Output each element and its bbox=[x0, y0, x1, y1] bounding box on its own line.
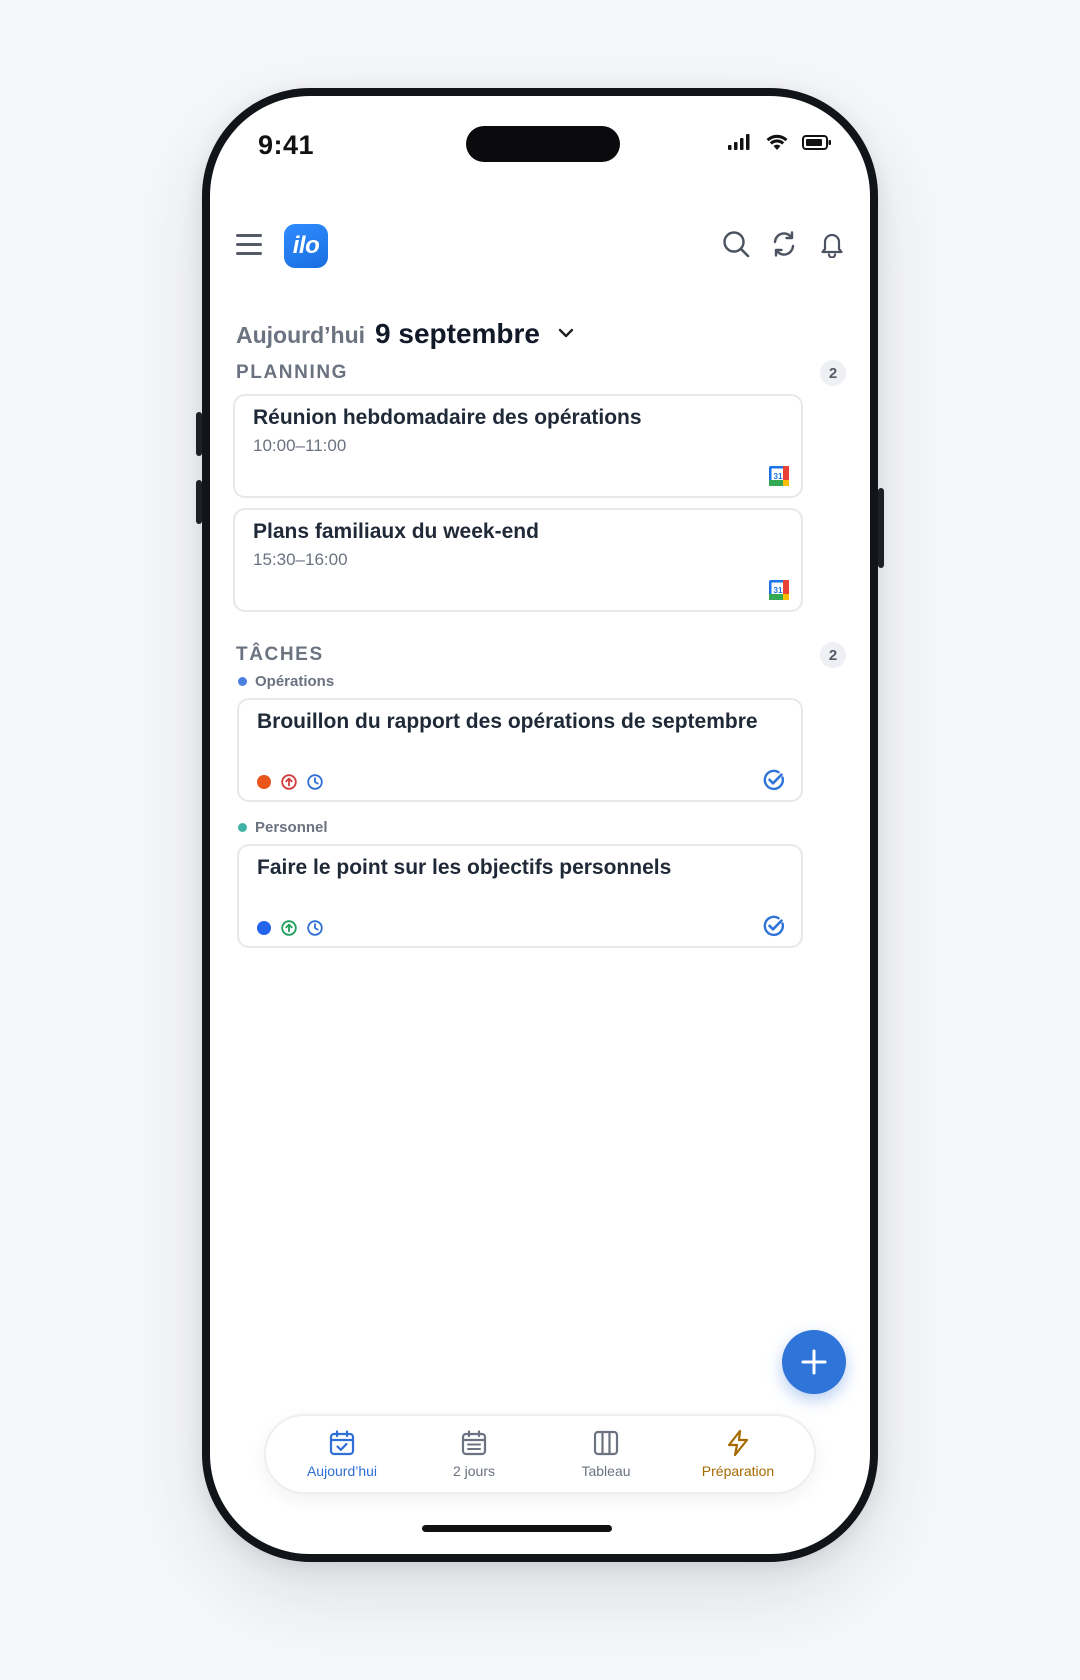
event-title: Plans familiaux du week-end bbox=[253, 520, 539, 543]
event-title: Réunion hebdomadaire des opérations bbox=[253, 406, 642, 429]
svg-text:31: 31 bbox=[774, 472, 783, 481]
group-color-dot bbox=[238, 823, 247, 832]
bell-icon bbox=[821, 233, 843, 258]
tasks-section-header: TÂCHES 2 bbox=[236, 642, 846, 668]
tab-two-days[interactable]: 2 jours bbox=[419, 1429, 529, 1479]
app-logo: ilo bbox=[284, 224, 328, 268]
google-calendar-icon: 31 bbox=[769, 580, 789, 600]
event-card[interactable]: Réunion hebdomadaire des opérations 10:0… bbox=[233, 394, 803, 498]
task-title: Faire le point sur les objectifs personn… bbox=[257, 856, 672, 879]
calendar-check-icon bbox=[329, 1430, 355, 1456]
tasks-title: TÂCHES bbox=[236, 644, 324, 665]
clock-icon bbox=[307, 774, 323, 790]
clock-icon bbox=[307, 920, 323, 936]
tab-today[interactable]: Aujourd’hui bbox=[287, 1429, 397, 1479]
menu-icon[interactable] bbox=[236, 234, 262, 256]
tab-label: Préparation bbox=[701, 1463, 775, 1479]
event-card[interactable]: Plans familiaux du week-end 15:30–16:00 … bbox=[233, 508, 803, 612]
group-name: Opérations bbox=[255, 673, 335, 690]
date-selector[interactable]: Aujourd’hui 9 septembre bbox=[236, 318, 574, 350]
dynamic-island bbox=[466, 126, 620, 162]
arrow-up-circle-icon bbox=[281, 920, 297, 936]
priority-dot-icon bbox=[257, 921, 271, 935]
chevron-down-icon bbox=[558, 328, 574, 338]
tab-label: 2 jours bbox=[452, 1463, 496, 1479]
tab-board[interactable]: Tableau bbox=[551, 1429, 661, 1479]
task-chips bbox=[257, 774, 323, 790]
search-icon bbox=[723, 231, 750, 258]
app-screen: 9:41 ilo Aujourd’hui 9 septembre PLANNIN… bbox=[210, 96, 870, 1554]
wifi-icon bbox=[766, 134, 788, 150]
search-button[interactable] bbox=[720, 228, 752, 260]
home-indicator bbox=[422, 1525, 612, 1532]
planning-section-header: PLANNING 2 bbox=[236, 360, 846, 386]
task-card[interactable]: Brouillon du rapport des opérations de s… bbox=[237, 698, 803, 802]
date-prefix: Aujourd’hui bbox=[236, 322, 366, 348]
volume-up-button bbox=[196, 412, 202, 456]
planning-count-badge: 2 bbox=[820, 360, 846, 386]
task-group-label: Opérations bbox=[238, 673, 334, 690]
battery-icon bbox=[802, 134, 831, 150]
check-circle-icon[interactable] bbox=[763, 915, 785, 937]
task-chips bbox=[257, 920, 323, 936]
lightning-icon bbox=[727, 1429, 749, 1457]
svg-text:31: 31 bbox=[774, 586, 783, 595]
event-time: 15:30–16:00 bbox=[253, 550, 348, 569]
arrow-up-circle-icon bbox=[281, 774, 297, 790]
tab-label: Tableau bbox=[581, 1463, 631, 1479]
notifications-button[interactable] bbox=[816, 228, 848, 260]
date-value: 9 septembre bbox=[375, 318, 540, 349]
sync-button[interactable] bbox=[768, 228, 800, 260]
phone-frame: 9:41 ilo Aujourd’hui 9 septembre PLANNIN… bbox=[196, 88, 884, 1562]
group-name: Personnel bbox=[255, 819, 328, 836]
status-icons bbox=[728, 134, 832, 150]
refresh-icon bbox=[773, 231, 795, 257]
status-time: 9:41 bbox=[258, 130, 315, 160]
task-group-label: Personnel bbox=[238, 819, 328, 836]
header-actions bbox=[720, 228, 848, 260]
event-time: 10:00–11:00 bbox=[253, 436, 347, 455]
tab-preparation[interactable]: Préparation bbox=[683, 1429, 793, 1479]
task-card[interactable]: Faire le point sur les objectifs personn… bbox=[237, 844, 803, 948]
columns-icon bbox=[593, 1430, 619, 1456]
tab-label: Aujourd’hui bbox=[306, 1463, 378, 1479]
signal-icon bbox=[728, 134, 750, 150]
power-button bbox=[878, 488, 884, 568]
bottom-tab-bar: Aujourd’hui 2 jours Tableau Préparation bbox=[264, 1414, 816, 1494]
priority-dot-icon bbox=[257, 775, 271, 789]
task-title: Brouillon du rapport des opérations de s… bbox=[257, 710, 758, 733]
calendar-list-icon bbox=[461, 1430, 487, 1456]
check-circle-icon[interactable] bbox=[763, 769, 785, 791]
group-color-dot bbox=[238, 677, 247, 686]
add-button[interactable] bbox=[782, 1330, 846, 1394]
volume-down-button bbox=[196, 480, 202, 524]
tasks-count-badge: 2 bbox=[820, 642, 846, 668]
planning-title: PLANNING bbox=[236, 362, 349, 383]
plus-icon bbox=[801, 1349, 827, 1375]
google-calendar-icon: 31 bbox=[769, 466, 789, 486]
